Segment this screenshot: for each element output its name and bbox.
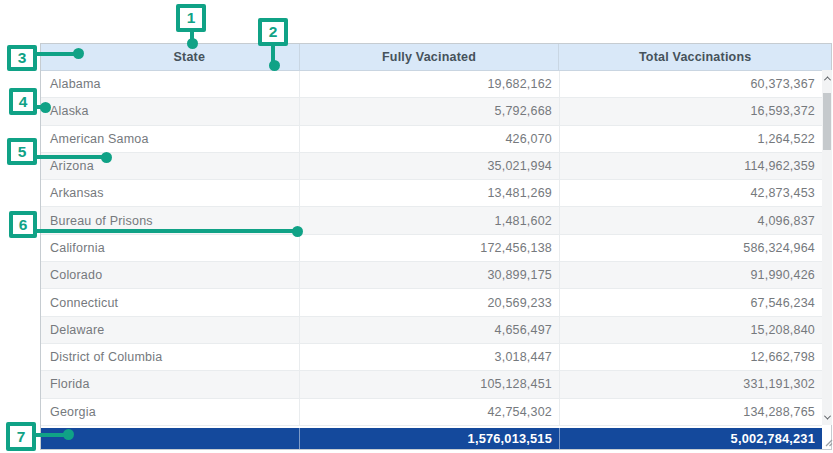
cell-state: District of Columbia [41,344,300,370]
totals-fully-vaccinated: 1,576,013,515 [300,428,560,449]
annotation-label: 3 [18,49,27,67]
annotation-dot-6 [292,226,303,237]
annotation-marker-2: 2 [258,18,288,46]
annotation-marker-6: 6 [9,211,37,238]
table-row[interactable]: District of Columbia3,018,44712,662,798 [41,344,822,371]
vaccinations-table: State Fully Vacinated Total Vaccinations… [40,43,832,450]
annotation-marker-3: 3 [7,45,37,71]
cell-total-vaccinations: 4,096,837 [560,207,822,233]
table-row[interactable]: Delaware4,656,49715,208,840 [41,317,822,344]
cell-total-vaccinations: 15,208,840 [560,317,822,343]
table-body: Alabama19,682,16260,373,367Alaska5,792,6… [41,71,822,426]
table-header: State Fully Vacinated Total Vaccinations [41,44,831,71]
totals-row: 1,576,013,515 5,002,784,231 [41,428,822,449]
annotation-label: 2 [269,23,278,41]
table-row[interactable]: Colorado30,899,17591,990,426 [41,262,822,289]
cell-fully-vaccinated: 172,456,138 [300,235,560,261]
totals-total-vaccinations: 5,002,784,231 [560,428,822,449]
annotation-line-5 [35,155,106,159]
annotation-dot-3 [73,48,84,59]
cell-state: California [41,235,300,261]
column-header-fully-vaccinated[interactable]: Fully Vacinated [300,44,560,70]
scrollbar-thumb[interactable] [823,93,831,150]
cell-fully-vaccinated: 3,018,447 [300,344,560,370]
cell-total-vaccinations: 1,264,522 [560,126,822,152]
cell-fully-vaccinated: 4,656,497 [300,317,560,343]
totals-state-cell [41,428,300,449]
cell-fully-vaccinated: 30,899,175 [300,262,560,288]
cell-total-vaccinations: 114,962,359 [560,153,822,179]
table-row[interactable]: Florida105,128,451331,191,302 [41,371,822,398]
cell-state: Alaska [41,98,300,124]
table-row[interactable]: California172,456,138586,324,964 [41,235,822,262]
annotation-marker-7: 7 [6,422,36,451]
cell-total-vaccinations: 331,191,302 [560,371,822,397]
annotation-dot-1 [187,38,198,49]
table-row[interactable]: American Samoa426,0701,264,522 [41,126,822,153]
cell-fully-vaccinated: 42,754,302 [300,399,560,425]
cell-total-vaccinations: 12,662,798 [560,344,822,370]
cell-state: American Samoa [41,126,300,152]
annotation-dot-4 [40,102,51,113]
table-row[interactable]: Alabama19,682,16260,373,367 [41,71,822,98]
cell-state: Colorado [41,262,300,288]
cell-fully-vaccinated: 35,021,994 [300,153,560,179]
column-header-label: State [174,50,206,64]
cell-total-vaccinations: 42,873,453 [560,180,822,206]
column-header-label: Total Vaccinations [639,50,751,64]
column-header-total-vaccinations[interactable]: Total Vaccinations [559,44,831,70]
annotation-marker-4: 4 [9,88,37,115]
cell-total-vaccinations: 91,990,426 [560,262,822,288]
cell-fully-vaccinated: 426,070 [300,126,560,152]
cell-fully-vaccinated: 5,792,668 [300,98,560,124]
cell-total-vaccinations: 60,373,367 [560,71,822,97]
column-header-label: Fully Vacinated [382,50,476,64]
annotation-label: 7 [17,428,26,446]
cell-total-vaccinations: 586,324,964 [560,235,822,261]
table-row[interactable]: Georgia42,754,302134,288,765 [41,399,822,426]
cell-fully-vaccinated: 13,481,269 [300,180,560,206]
table-row[interactable]: Arkansas13,481,26942,873,453 [41,180,822,207]
cell-total-vaccinations: 16,593,372 [560,98,822,124]
cell-state: Alabama [41,71,300,97]
cell-fully-vaccinated: 19,682,162 [300,71,560,97]
cell-state: Arkansas [41,180,300,206]
vertical-scrollbar[interactable] [822,70,832,425]
annotation-dot-7 [63,429,74,440]
annotation-marker-5: 5 [7,138,37,165]
dashboard-table-canvas: State Fully Vacinated Total Vaccinations… [0,0,833,453]
scroll-down-button[interactable] [822,409,832,425]
cell-state: Delaware [41,317,300,343]
annotation-dot-5 [101,152,112,163]
cell-fully-vaccinated: 105,128,451 [300,371,560,397]
cell-fully-vaccinated: 20,569,233 [300,289,560,315]
scroll-up-button[interactable] [822,70,832,86]
annotation-dot-2 [269,60,280,71]
resize-grip-icon [825,439,833,447]
cell-state: Florida [41,371,300,397]
annotation-label: 5 [18,143,27,161]
cell-total-vaccinations: 67,546,234 [560,289,822,315]
annotation-line-6 [35,229,297,233]
cell-state: Georgia [41,399,300,425]
table-row[interactable]: Arizona35,021,994114,962,359 [41,153,822,180]
cell-total-vaccinations: 134,288,765 [560,399,822,425]
cell-state: Connecticut [41,289,300,315]
annotation-label: 6 [19,216,28,234]
annotation-marker-1: 1 [176,4,206,32]
chevron-down-icon [823,412,830,419]
chevron-up-icon [823,76,830,83]
table-row[interactable]: Connecticut20,569,23367,546,234 [41,289,822,316]
annotation-label: 1 [187,9,196,27]
cell-fully-vaccinated: 1,481,602 [300,207,560,233]
table-row[interactable]: Alaska5,792,66816,593,372 [41,98,822,125]
annotation-label: 4 [19,93,28,111]
